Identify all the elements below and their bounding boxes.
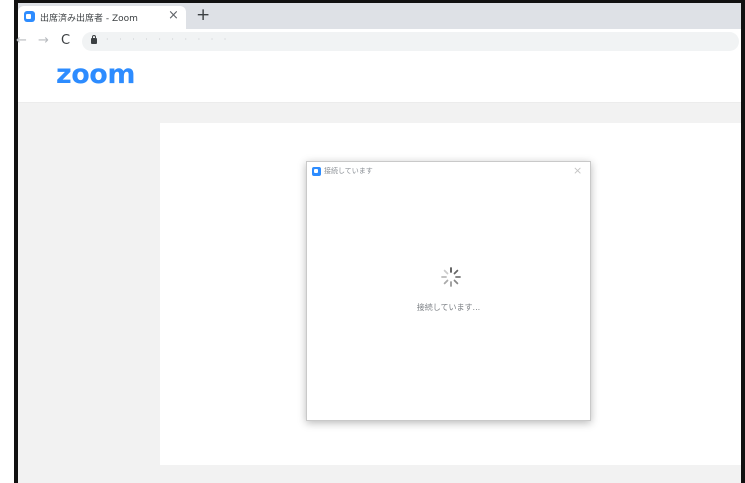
new-tab-button[interactable]: + — [196, 5, 210, 25]
browser-tab-strip: 出席済み出席者 - Zoom × + — [18, 3, 741, 29]
tab-title: 出席済み出席者 - Zoom — [40, 14, 138, 24]
dialog-title: 接続しています — [324, 167, 373, 175]
connecting-status-text: 接続しています... — [416, 303, 481, 312]
zoom-favicon-icon — [24, 11, 35, 22]
back-arrow-icon[interactable]: ← — [16, 32, 27, 50]
browser-tab[interactable]: 出席済み出席者 - Zoom × — [18, 6, 186, 29]
site-header: zoom — [18, 55, 741, 103]
dialog-titlebar: 接続しています × — [307, 162, 590, 182]
browser-toolbar: ← → C · · · · · · · · · · — [16, 29, 741, 56]
address-bar[interactable]: · · · · · · · · · · — [82, 32, 739, 51]
frame-border-right — [741, 0, 745, 483]
forward-arrow-icon[interactable]: → — [38, 32, 49, 50]
tab-close-icon[interactable]: × — [168, 8, 179, 24]
dialog-close-icon[interactable]: × — [573, 164, 582, 178]
zoom-app-icon — [312, 167, 321, 176]
lock-icon[interactable] — [91, 35, 97, 44]
connecting-dialog: 接続しています × 接続しています... — [306, 161, 591, 421]
zoom-logo[interactable]: zoom — [56, 59, 135, 90]
screen: 出席済み出席者 - Zoom × + ← → C · · · · · · · ·… — [0, 0, 745, 483]
address-bar-url: · · · · · · · · · · — [106, 35, 231, 44]
loading-spinner-icon — [441, 267, 461, 287]
reload-icon[interactable]: C — [61, 32, 70, 50]
